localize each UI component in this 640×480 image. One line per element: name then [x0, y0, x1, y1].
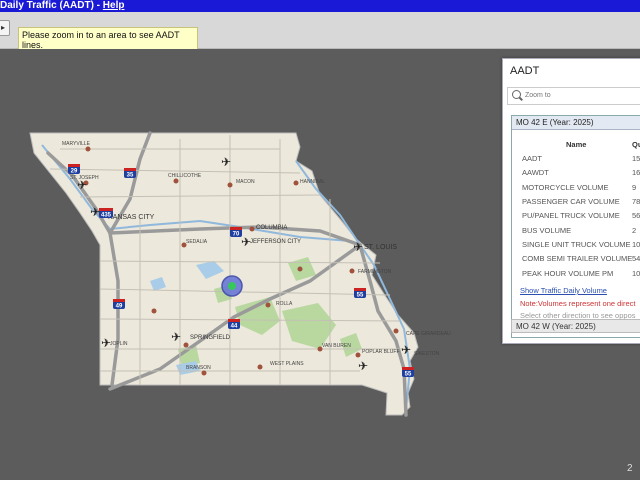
city-label: ST. LOUIS	[364, 244, 397, 251]
zoom-to-search	[507, 87, 640, 105]
row-value: 16	[632, 168, 640, 177]
interstate-shield-icon: 55	[354, 288, 366, 299]
row-label: MOTORCYCLE VOLUME	[522, 183, 609, 192]
airport-icon: ✈	[171, 330, 181, 344]
panel-title: AADT	[510, 65, 540, 77]
row-value: 56	[632, 211, 640, 220]
row-label: AADT	[522, 154, 543, 163]
svg-text:44: 44	[231, 324, 238, 330]
airport-icon: ✈	[353, 240, 363, 254]
column-header-name: Name	[566, 140, 587, 149]
row-label: PU/PANEL TRUCK VOLUME	[522, 211, 620, 220]
city-label: BRANSON	[186, 365, 211, 371]
row-value: 10	[632, 269, 640, 278]
title-separator: -	[93, 0, 103, 11]
row-label: AAWDT	[522, 168, 549, 177]
svg-text:55: 55	[357, 293, 364, 299]
row-value: 2	[632, 226, 637, 235]
city-label: CHILLICOTHE	[168, 173, 202, 179]
svg-text:55: 55	[405, 372, 412, 378]
zoom-to-input[interactable]	[525, 89, 635, 101]
airport-icon: ✈	[101, 336, 111, 350]
row-label: PEAK HOUR VOLUME PM	[522, 269, 614, 278]
row-label: SINGLE UNIT TRUCK VOLUME	[522, 240, 631, 249]
airport-icon: ✈	[77, 178, 87, 192]
interstate-shield-icon: 435	[99, 208, 113, 219]
row-label: COMB SEMI TRAILER VOLUME	[522, 254, 633, 263]
city-label: SPRINGFIELD	[190, 335, 231, 341]
row-value: 54	[632, 254, 640, 263]
row-value: 9	[632, 183, 637, 192]
city-label: JOPLIN	[110, 341, 128, 347]
interstate-shield-icon: 35	[124, 168, 136, 179]
city-label: FARMINGTON	[358, 269, 392, 275]
airport-icon: ✈	[221, 155, 231, 169]
row-value: 15	[632, 154, 640, 163]
city-label: MACON	[236, 179, 255, 185]
city-label: POPLAR BLUFF	[362, 349, 400, 355]
city-label: WEST PLAINS	[270, 361, 304, 367]
search-icon	[512, 90, 521, 99]
aadt-panel: AADT MO 42 E (Year: 2025) Name Qu AADT 1…	[502, 58, 640, 344]
city-label: ROLLA	[276, 301, 293, 307]
city-label: SIKESTON	[414, 351, 440, 357]
interstate-shield-icon: 29	[68, 164, 80, 175]
direction-note: Note:Volumes represent one direct	[520, 299, 636, 308]
interstate-shield-icon: 49	[113, 299, 125, 310]
row-value: 78	[632, 197, 640, 206]
show-traffic-daily-volume-link[interactable]: Show Traffic Daily Volume	[520, 286, 607, 295]
svg-text:49: 49	[116, 304, 123, 310]
city-label: CAPE GIRARDEAU	[406, 331, 451, 337]
city-label: SEDALIA	[186, 239, 208, 245]
city-label: JEFFERSON CITY	[250, 239, 301, 245]
toolbar-button[interactable]: ▸	[0, 20, 10, 36]
result-card: MO 42 E (Year: 2025) Name Qu AADT 15 AAW…	[511, 115, 640, 338]
airport-icon: ✈	[241, 235, 251, 249]
svg-text:70: 70	[233, 232, 240, 238]
city-label: VAN BUREN	[322, 343, 351, 349]
city-label: KANSAS CITY	[108, 214, 155, 221]
airport-icon: ✈	[401, 343, 411, 357]
column-header-quantity: Qu	[632, 140, 640, 149]
card-title[interactable]: MO 42 E (Year: 2025)	[512, 116, 640, 130]
toolbar: ▸ Please zoom in to an area to see AADT …	[0, 12, 640, 53]
corner-text: 2	[627, 463, 633, 474]
interstate-shield-icon: 55	[402, 367, 414, 378]
svg-text:35: 35	[127, 173, 134, 179]
city-label: COLUMBIA	[256, 225, 287, 231]
svg-text:435: 435	[101, 213, 112, 219]
row-label: PASSENGER CAR VOLUME	[522, 197, 620, 206]
selected-location-marker[interactable]	[221, 275, 243, 297]
alternate-direction-card[interactable]: MO 42 W (Year: 2025)	[511, 319, 640, 333]
app-titlebar: Daily Traffic (AADT) - Help	[0, 0, 640, 12]
interstate-shield-icon: 44	[228, 319, 240, 330]
row-label: BUS VOLUME	[522, 226, 572, 235]
help-link[interactable]: Help	[103, 0, 125, 11]
airport-icon: ✈	[90, 205, 100, 219]
row-value: 10	[632, 240, 640, 249]
city-label: HANNIBAL	[300, 179, 325, 185]
city-label: MARYVILLE	[62, 141, 91, 147]
app-title: Daily Traffic (AADT)	[0, 0, 94, 11]
airport-icon: ✈	[358, 359, 368, 373]
svg-text:29: 29	[71, 169, 78, 175]
